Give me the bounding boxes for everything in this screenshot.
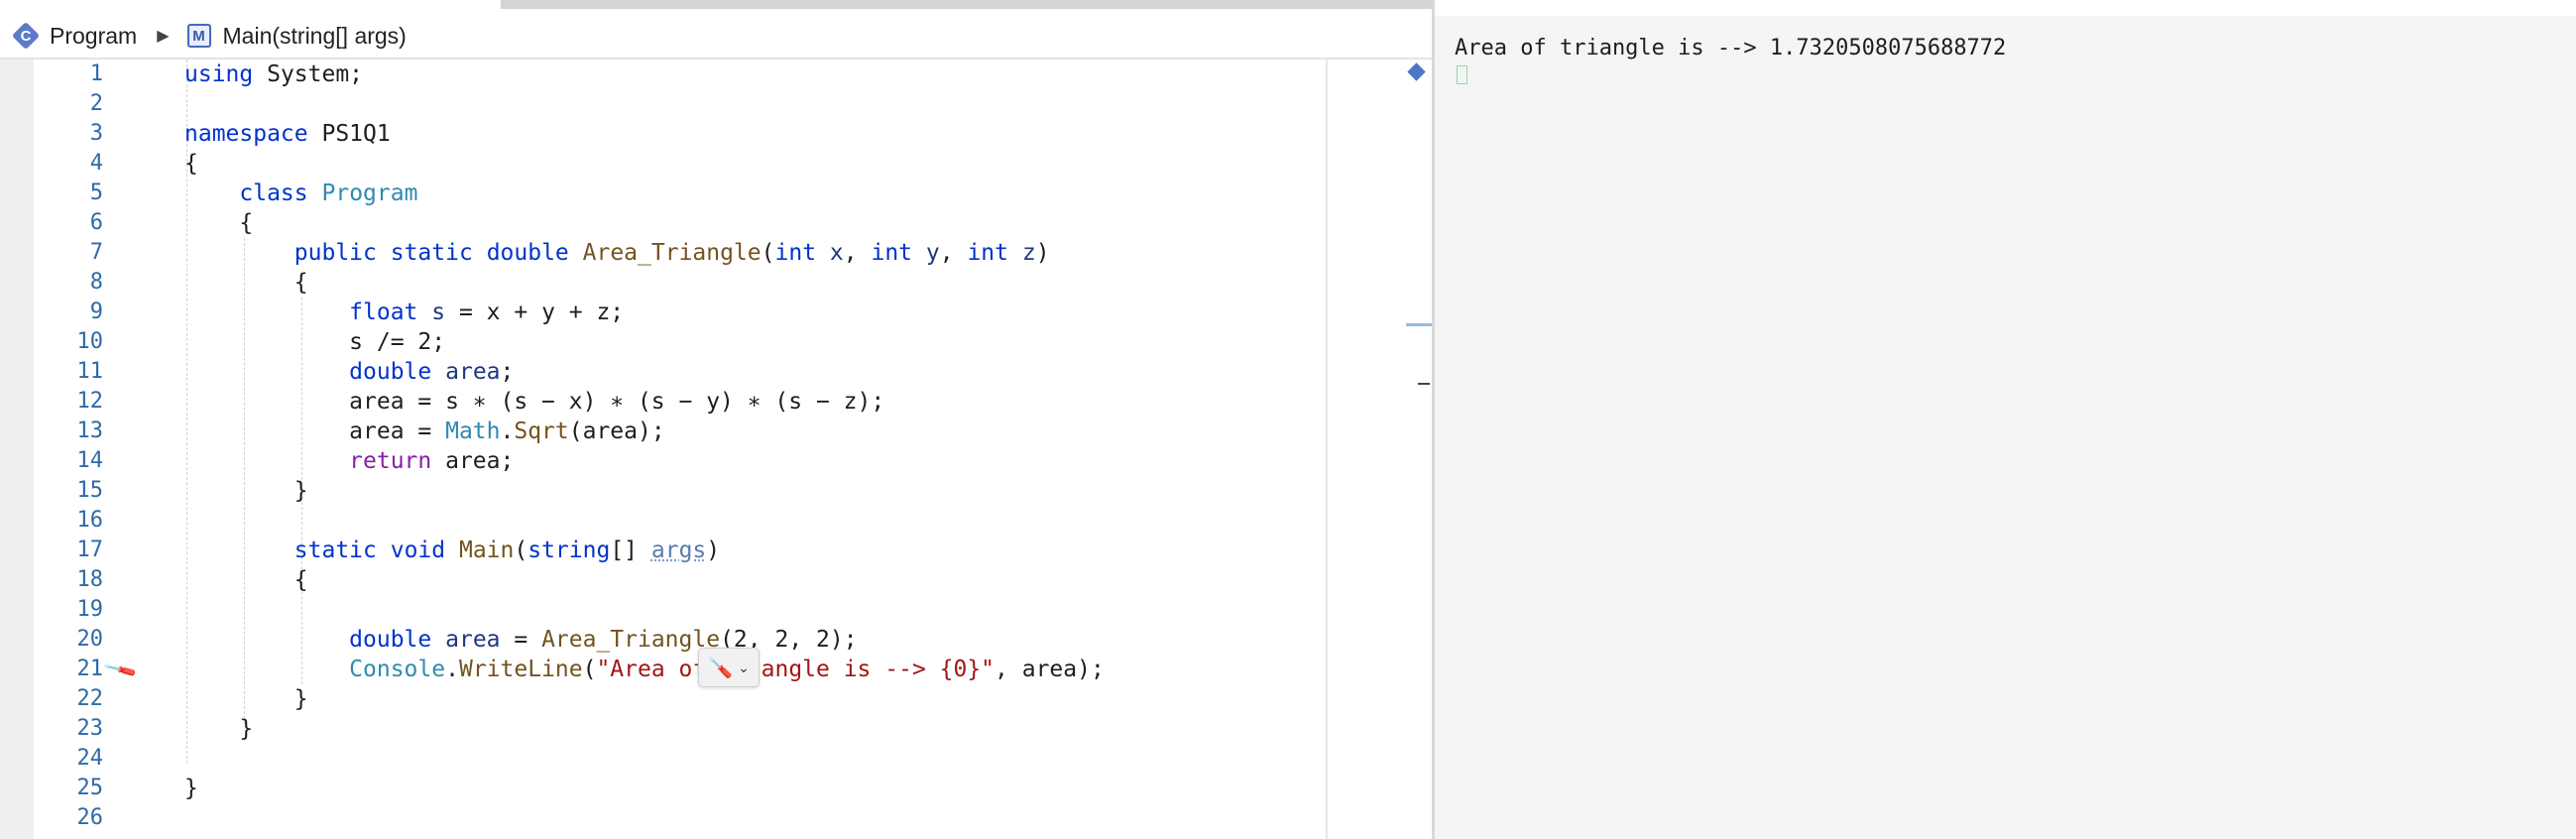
- screwdriver-icon: 🪛: [708, 657, 734, 679]
- breadcrumb-class[interactable]: C Program: [0, 21, 138, 51]
- code-line[interactable]: }: [184, 684, 1325, 714]
- line-number: 6: [89, 210, 103, 235]
- class-icon: C: [11, 21, 41, 51]
- console-cursor: [1457, 65, 1467, 84]
- code-text[interactable]: using System; namespace PS1Q1{ class Pro…: [184, 60, 1325, 833]
- overview-ruler[interactable]: [1326, 60, 1434, 839]
- tab-strip: [0, 0, 1434, 10]
- code-line[interactable]: }: [184, 714, 1325, 744]
- quick-actions-button[interactable]: 🪛 ⌄: [698, 648, 760, 687]
- line-number: 10: [76, 329, 104, 354]
- method-icon: M: [186, 24, 211, 48]
- code-line[interactable]: {: [184, 208, 1325, 238]
- line-number: 20: [76, 627, 104, 652]
- editor-gutter[interactable]: [0, 60, 34, 839]
- line-number: 7: [89, 240, 103, 265]
- breadcrumb-class-label: Program: [50, 22, 138, 49]
- code-line[interactable]: {: [184, 268, 1325, 298]
- line-number: 8: [89, 270, 103, 295]
- code-line[interactable]: public static double Area_Triangle(int x…: [184, 238, 1325, 268]
- line-number: 1: [89, 61, 103, 86]
- breadcrumb: C Program ▶ M Main(string[] args): [0, 15, 1434, 57]
- code-line[interactable]: class Program: [184, 179, 1325, 208]
- line-number: 22: [76, 686, 104, 711]
- console-header: [1435, 0, 2576, 16]
- code-line[interactable]: {: [184, 565, 1325, 595]
- line-number: 11: [76, 359, 104, 384]
- line-number: 14: [76, 448, 104, 473]
- line-number: 18: [76, 567, 104, 592]
- console-output: Area of triangle is --> 1.73205080756887…: [1455, 36, 2007, 60]
- screwdriver-icon[interactable]: 🪛: [102, 653, 139, 688]
- line-number: 15: [76, 478, 104, 503]
- code-line[interactable]: s /= 2;: [184, 327, 1325, 357]
- chevron-right-icon: ▶: [157, 28, 170, 45]
- code-line[interactable]: }: [184, 774, 1325, 803]
- code-line[interactable]: namespace PS1Q1: [184, 119, 1325, 149]
- code-line[interactable]: [184, 506, 1325, 536]
- ruler-marker: [1418, 383, 1430, 385]
- code-line[interactable]: using System;: [184, 60, 1325, 89]
- line-number: 16: [76, 508, 104, 533]
- line-number: 3: [89, 121, 103, 146]
- code-line[interactable]: [184, 595, 1325, 625]
- chevron-down-icon: ⌄: [738, 659, 750, 675]
- code-line[interactable]: area = Math.Sqrt(area);: [184, 417, 1325, 446]
- line-number: 26: [76, 805, 104, 830]
- line-number: 21: [76, 657, 104, 681]
- code-line[interactable]: {: [184, 149, 1325, 179]
- line-number: 4: [89, 151, 103, 176]
- line-numbers: 1 2 3 4 5 6 7 8 9 10 11 12 13 14 15 16 1…: [34, 60, 104, 833]
- line-number: 5: [89, 180, 103, 205]
- breadcrumb-method-label: Main(string[] args): [222, 22, 407, 49]
- code-line[interactable]: [184, 89, 1325, 119]
- line-number: 17: [76, 538, 104, 562]
- line-number: 2: [89, 91, 103, 116]
- editor-tab-bar[interactable]: [501, 0, 1434, 9]
- code-line[interactable]: area = s ∗ (s − x) ∗ (s − y) ∗ (s − z);: [184, 387, 1325, 417]
- code-line[interactable]: [184, 803, 1325, 833]
- line-number: 13: [76, 419, 104, 443]
- code-editor[interactable]: C Program ▶ M Main(string[] args) 1 2 3 …: [0, 0, 1434, 839]
- code-line[interactable]: }: [184, 476, 1325, 506]
- line-number: 23: [76, 716, 104, 741]
- ruler-marker: [1406, 323, 1432, 326]
- code-line[interactable]: float s = x + y + z;: [184, 298, 1325, 327]
- console-panel[interactable]: Area of triangle is --> 1.73205080756887…: [1435, 0, 2576, 839]
- breadcrumb-method[interactable]: M Main(string[] args): [186, 22, 407, 50]
- code-line[interactable]: [184, 744, 1325, 774]
- line-number: 9: [89, 300, 103, 324]
- code-line[interactable]: double area;: [184, 357, 1325, 387]
- line-number: 12: [76, 389, 104, 414]
- line-number: 25: [76, 776, 104, 800]
- code-line[interactable]: static void Main(string[] args): [184, 536, 1325, 565]
- code-line[interactable]: return area;: [184, 446, 1325, 476]
- line-number: 19: [76, 597, 104, 622]
- line-number: 24: [76, 746, 104, 771]
